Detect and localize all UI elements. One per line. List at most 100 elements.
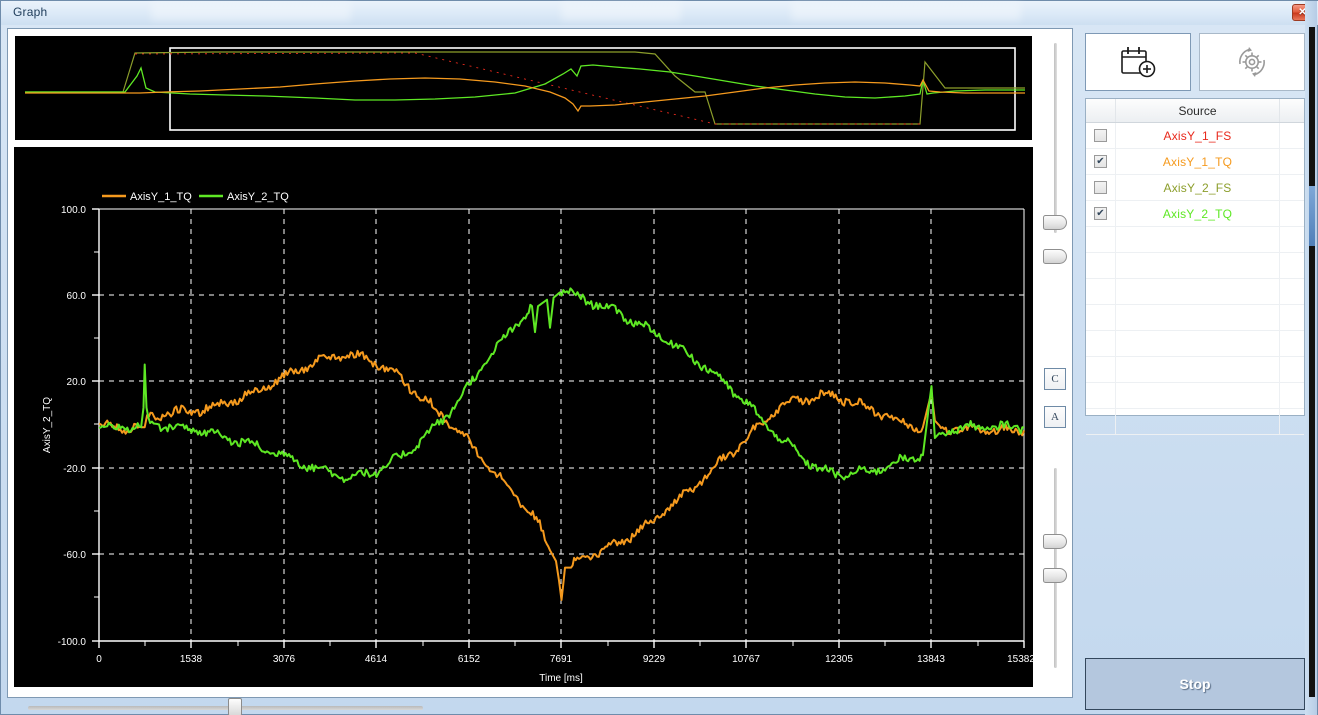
table-row-empty[interactable] [1086,253,1304,279]
header-source-label: Source [1116,99,1280,122]
header-end-column [1280,99,1304,122]
edge-dark-strip [1309,27,1315,697]
row-checkbox-cell[interactable] [1086,149,1116,174]
time-scroll-track[interactable] [28,706,423,710]
source-table[interactable]: Source AxisY_1_FSAxisY_1_TQAxisY_2_FSAxi… [1085,98,1305,416]
row-end-cell [1280,305,1304,330]
row-checkbox-cell [1086,253,1116,278]
x-axis-title: Time [ms] [539,673,583,684]
edge-scroll-thumb[interactable] [1309,186,1315,246]
title-bar-smear-mid [561,3,681,21]
y-tick-label-neg60: -60.0 [63,550,86,561]
main-chart[interactable]: AxisY_1_TQ AxisY_2_TQ [14,147,1033,687]
row-end-cell [1280,279,1304,304]
row-end-cell [1280,123,1304,148]
source-label-empty [1116,383,1280,408]
window-title: Graph [13,5,47,19]
row-end-cell [1280,227,1304,252]
x-tick-label-4614: 4614 [365,654,388,665]
chart-panel: AxisY_1_TQ AxisY_2_TQ [7,28,1073,698]
y-tick-label-20: 20.0 [67,377,87,388]
upper-slider-thumb-high[interactable] [1043,215,1067,230]
x-tick-label-6152: 6152 [458,654,481,665]
stop-button[interactable]: Stop [1085,658,1305,710]
legend-label-axisy1tq: AxisY_1_TQ [130,191,192,203]
row-checkbox-cell[interactable] [1086,175,1116,200]
row-end-cell [1280,253,1304,278]
title-bar-smear-right [791,3,1021,21]
source-label-empty [1116,331,1280,356]
row-checkbox-cell [1086,331,1116,356]
row-checkbox-cell[interactable] [1086,201,1116,226]
stop-controls: Stop [1085,658,1305,715]
source-label-empty [1116,357,1280,382]
source-label-empty [1116,409,1280,434]
row-end-cell [1280,175,1304,200]
time-scroll-thumb[interactable] [228,698,242,715]
axis-range-controls: C A [1037,25,1075,715]
source-label-0: AxisY_1_FS [1116,123,1280,148]
table-row-empty[interactable] [1086,357,1304,383]
time-scroll-slider[interactable] [28,694,423,715]
y-axis-title: AxisY_2_TQ [42,397,53,453]
upper-slider-track[interactable] [1054,43,1057,233]
y-tick-label-neg100: -100.0 [58,637,87,648]
lower-slider-thumb-low[interactable] [1043,568,1067,583]
table-row-empty[interactable] [1086,331,1304,357]
x-tick-label-12305: 12305 [825,654,853,665]
x-tick-label-0: 0 [96,654,102,665]
y-tick-label-100: 100.0 [61,205,86,216]
row-checkbox-cell [1086,279,1116,304]
a-button[interactable]: A [1044,406,1066,428]
legend-label-axisy2tq: AxisY_2_TQ [227,191,289,203]
x-tick-label-7691: 7691 [550,654,573,665]
source-label-empty [1116,227,1280,252]
source-checkbox-2[interactable] [1094,181,1107,194]
table-row[interactable]: AxisY_2_FS [1086,175,1304,201]
table-row-empty[interactable] [1086,409,1304,435]
overview-svg [15,36,1032,140]
x-tick-label-10767: 10767 [732,654,760,665]
upper-slider-thumb-low[interactable] [1043,249,1067,264]
row-end-cell [1280,383,1304,408]
source-label-2: AxisY_2_FS [1116,175,1280,200]
row-end-cell [1280,409,1304,434]
calendar-plus-icon [1117,45,1159,79]
table-row[interactable]: AxisY_1_TQ [1086,149,1304,175]
window-content: AxisY_1_TQ AxisY_2_TQ [1,25,1318,715]
row-end-cell [1280,149,1304,174]
add-recording-button[interactable] [1085,33,1191,91]
x-tick-label-1538: 1538 [180,654,203,665]
title-bar: Graph ✕ [1,1,1318,25]
row-checkbox-cell [1086,409,1116,434]
row-checkbox-cell [1086,305,1116,330]
lower-slider-thumb-high[interactable] [1043,534,1067,549]
c-button[interactable]: C [1044,368,1066,390]
y-tick-label-neg20: -20.0 [63,464,86,475]
row-checkbox-cell[interactable] [1086,123,1116,148]
source-checkbox-1[interactable] [1094,155,1107,168]
source-label-empty [1116,253,1280,278]
table-row[interactable]: AxisY_1_FS [1086,123,1304,149]
table-row[interactable]: AxisY_2_TQ [1086,201,1304,227]
y-tick-label-60: 60.0 [67,291,87,302]
source-checkbox-0[interactable] [1094,129,1107,142]
overview-chart[interactable] [14,35,1033,141]
x-tick-label-13843: 13843 [917,654,945,665]
source-checkbox-3[interactable] [1094,207,1107,220]
source-label-empty [1116,305,1280,330]
table-row-empty[interactable] [1086,305,1304,331]
x-tick-label-15382: 15382 [1007,654,1033,665]
row-checkbox-cell [1086,357,1116,382]
source-label-empty [1116,279,1280,304]
source-table-header: Source [1086,99,1304,123]
row-end-cell [1280,201,1304,226]
gear-refresh-icon [1232,44,1272,80]
table-row-empty[interactable] [1086,227,1304,253]
row-checkbox-cell [1086,383,1116,408]
graph-window: Graph ✕ [0,0,1318,715]
refresh-settings-button[interactable] [1199,33,1305,91]
table-row-empty[interactable] [1086,279,1304,305]
table-row-empty[interactable] [1086,383,1304,409]
header-checkbox-column [1086,99,1116,122]
